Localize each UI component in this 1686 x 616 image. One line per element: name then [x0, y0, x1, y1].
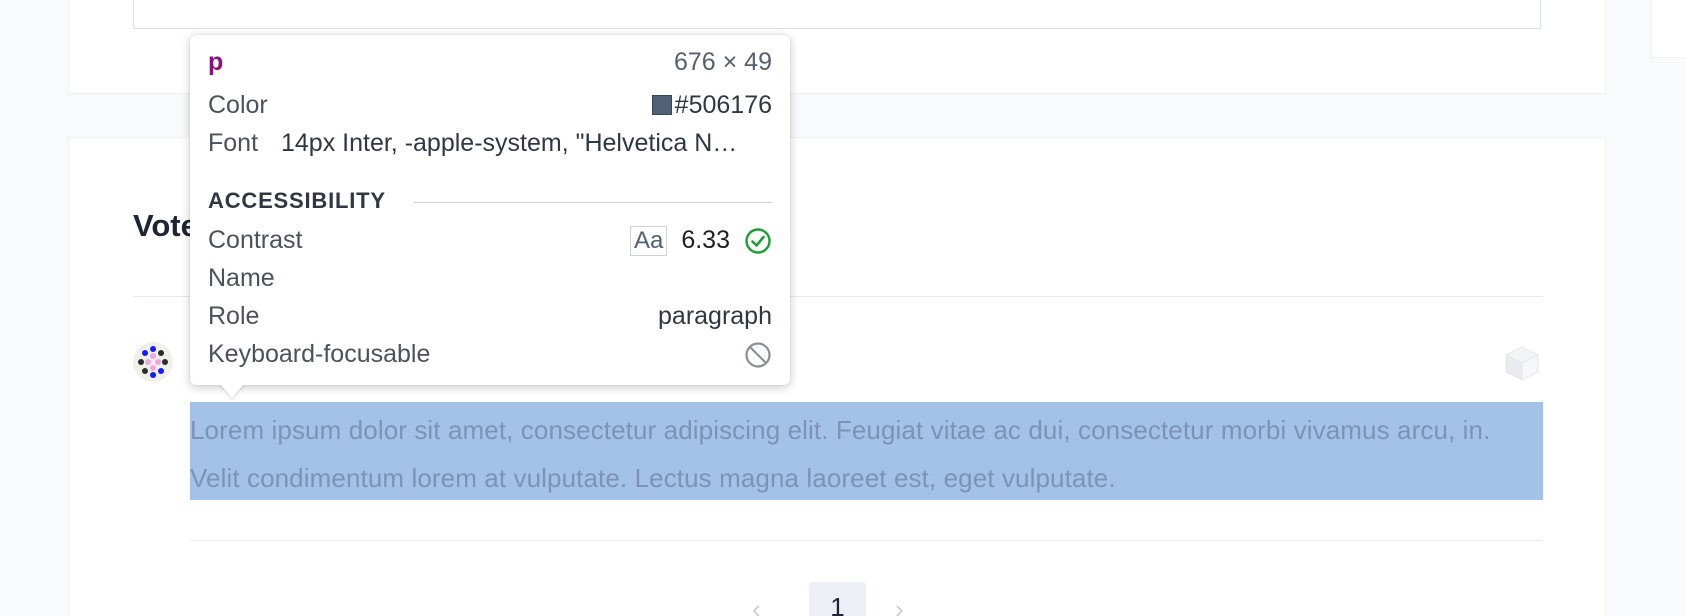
divider [414, 202, 772, 203]
tooltip-header: p 676 × 49 [208, 47, 772, 77]
name-row: Name [208, 263, 772, 293]
avatar[interactable] [133, 342, 173, 382]
prev-page-button[interactable]: ‹ [752, 594, 761, 616]
check-circle-icon [744, 227, 772, 255]
accessibility-heading: ACCESSIBILITY [208, 188, 386, 213]
side-panel-edge [1650, 0, 1686, 58]
role-value: paragraph [658, 302, 772, 330]
keyboard-row: Keyboard-focusable [208, 339, 772, 369]
font-label: Font [208, 129, 259, 157]
accessibility-header: ACCESSIBILITY [208, 186, 772, 216]
comment-paragraph: Lorem ipsum dolor sit amet, consectetur … [190, 415, 1491, 493]
next-page-button[interactable]: › [895, 594, 904, 616]
color-row: Color #506176 [208, 90, 772, 120]
font-row: Font 14px Inter, -apple-system, "Helveti… [208, 128, 772, 158]
cube-icon [1503, 344, 1541, 382]
font-value: 14px Inter, -apple-system, "Helvetica N… [281, 129, 738, 157]
name-label: Name [208, 264, 275, 292]
avatar-pattern-icon [138, 346, 168, 378]
contrast-value-group: Aa 6.33 [629, 225, 772, 256]
role-row: Role paragraph [208, 301, 772, 331]
pagination: ‹ 1 › [740, 582, 940, 616]
element-dimensions: 676 × 49 [673, 48, 772, 76]
contrast-sample-badge: Aa [629, 226, 668, 256]
contrast-row: Contrast Aa 6.33 [208, 225, 772, 256]
divider [190, 540, 1543, 541]
keyboard-label: Keyboard-focusable [208, 340, 431, 368]
page-1-button[interactable]: 1 [809, 582, 866, 616]
section-title: Vote [133, 208, 198, 243]
tooltip-arrow [219, 383, 245, 398]
color-value-group: #506176 [651, 90, 772, 120]
text-input-area[interactable] [133, 0, 1541, 29]
contrast-value: 6.33 [681, 226, 730, 254]
color-value: #506176 [674, 91, 772, 119]
role-label: Role [208, 302, 260, 330]
inspect-tooltip: p 676 × 49 Color #506176 Font 14px Inter… [190, 35, 790, 398]
contrast-label: Contrast [208, 226, 303, 254]
color-label: Color [208, 91, 268, 119]
element-tag: p [208, 48, 224, 76]
color-swatch [651, 95, 672, 115]
not-allowed-icon [744, 339, 772, 369]
